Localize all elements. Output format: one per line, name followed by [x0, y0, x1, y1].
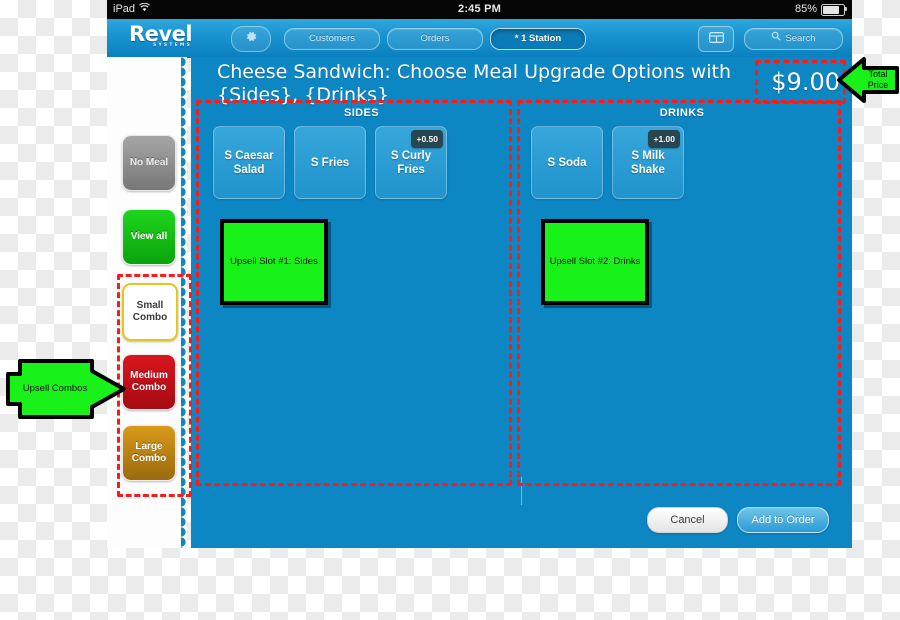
sidebar-item-medium-combo[interactable]: Medium Combo — [122, 354, 176, 410]
table-layout-button[interactable] — [698, 26, 734, 52]
annotation-arrow-upsell-combos — [6, 359, 126, 419]
sidebar-item-large-combo-label: Large Combo — [131, 441, 167, 464]
menu-item-s-soda-label: S Soda — [547, 156, 587, 169]
annotation-arrow-total-price — [837, 57, 899, 103]
nav-item-station[interactable]: * 1 Station — [490, 28, 586, 50]
ios-status-bar: iPad 2:45 PM 85% — [107, 0, 852, 19]
torn-edge-divider — [181, 57, 191, 548]
revel-logo-subtext: SYSTEMS — [153, 43, 193, 48]
sidebar-item-large-combo[interactable]: Large Combo — [122, 425, 176, 481]
menu-item-s-caesar-salad-label: S Caesar Salad — [224, 149, 274, 176]
menu-item-s-fries[interactable]: S Fries — [294, 126, 366, 199]
menu-item-s-milk-shake[interactable]: +1.00 S Milk Shake — [612, 126, 684, 199]
grid-icon — [708, 30, 724, 48]
battery-icon — [821, 3, 848, 16]
nav-item-station-label: * 1 Station — [514, 33, 562, 44]
sidebar-item-no-meal-label: No Meal — [129, 157, 169, 168]
settings-button[interactable] — [231, 26, 271, 52]
annotation-upsell-slot-2: Upsell Slot #2: Drinks — [541, 219, 649, 305]
nav-item-orders-label: Orders — [420, 33, 450, 44]
menu-item-s-fries-label: S Fries — [310, 156, 350, 169]
nav-item-customers-label: Customers — [309, 33, 355, 44]
drinks-column-header: DRINKS — [659, 107, 705, 119]
menu-item-s-caesar-salad[interactable]: S Caesar Salad — [213, 126, 285, 199]
menu-item-s-curly-fries-label: S Curly Fries — [390, 149, 432, 176]
nav-item-customers[interactable]: Customers — [284, 28, 380, 50]
annotation-upsell-slot-2-label: Upsell Slot #2: Drinks — [549, 256, 641, 267]
surcharge-badge: +0.50 — [411, 130, 443, 148]
ipad-device-frame: iPad 2:45 PM 85% Revel SYSTEMS Customers… — [107, 0, 852, 548]
search-button-label: Search — [785, 33, 816, 44]
search-icon — [771, 29, 782, 49]
combo-sidebar: No Meal View all Small Combo Medium Comb… — [107, 57, 187, 548]
annotation-upsell-slot-1: Upsell Slot #1: Sides — [220, 219, 328, 305]
page-title: Cheese Sandwich: Choose Meal Upgrade Opt… — [217, 61, 732, 106]
sides-column-header: SIDES — [343, 107, 379, 119]
menu-item-s-milk-shake-label: S Milk Shake — [631, 149, 665, 176]
sidebar-item-view-all-label: View all — [130, 231, 168, 242]
add-to-order-button[interactable]: Add to Order — [737, 507, 829, 533]
annotation-upsell-slot-1-label: Upsell Slot #1: Sides — [230, 256, 318, 267]
gear-icon — [245, 30, 258, 48]
cancel-button-label: Cancel — [670, 514, 705, 526]
status-bar-right: 85% — [794, 0, 848, 19]
menu-item-s-curly-fries[interactable]: +0.50 S Curly Fries — [375, 126, 447, 199]
revel-logo: Revel SYSTEMS — [129, 22, 193, 48]
sidebar-item-medium-combo-label: Medium Combo — [130, 370, 168, 393]
app-body: No Meal View all Small Combo Medium Comb… — [107, 57, 852, 548]
status-bar-clock: 2:45 PM — [458, 3, 501, 15]
battery-percent-label: 85% — [794, 3, 817, 15]
sidebar-item-view-all[interactable]: View all — [122, 209, 176, 265]
total-price-value: $9.00 — [771, 68, 840, 96]
sidebar-item-small-combo-label: Small Combo — [132, 300, 168, 323]
sidebar-item-no-meal[interactable]: No Meal — [122, 135, 176, 191]
column-divider — [521, 477, 522, 505]
app-nav-bar: Revel SYSTEMS Customers Orders * 1 Stati… — [107, 19, 852, 58]
menu-item-s-soda[interactable]: S Soda — [531, 126, 603, 199]
sidebar-item-small-combo[interactable]: Small Combo — [122, 283, 178, 341]
nav-item-orders[interactable]: Orders — [387, 28, 483, 50]
search-button[interactable]: Search — [744, 28, 843, 50]
surcharge-badge: +1.00 — [648, 130, 680, 148]
cancel-button[interactable]: Cancel — [647, 507, 728, 533]
add-to-order-button-label: Add to Order — [751, 514, 815, 526]
